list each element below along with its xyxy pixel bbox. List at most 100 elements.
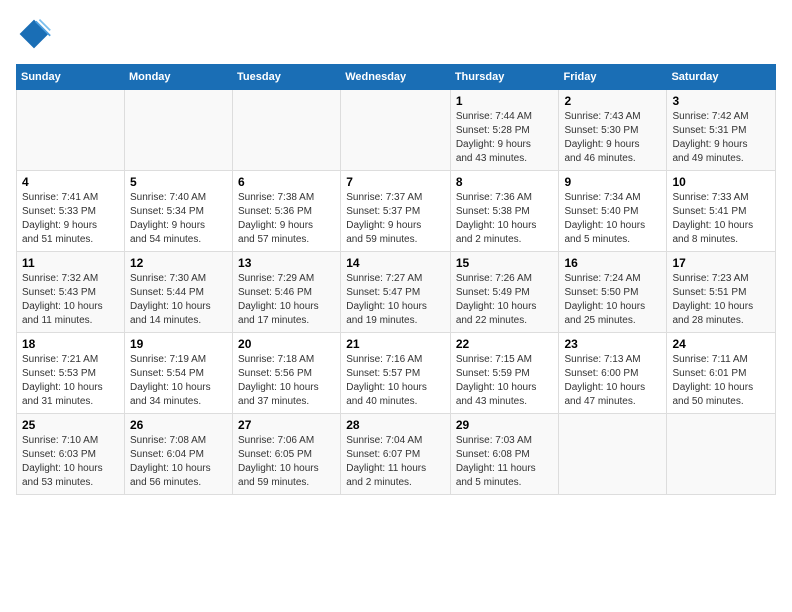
day-info: Sunrise: 7:15 AM Sunset: 5:59 PM Dayligh… <box>456 353 554 409</box>
calendar-cell: 2 Sunrise: 7:43 AM Sunset: 5:30 PM Daylig… <box>559 90 667 171</box>
calendar-cell: 26 Sunrise: 7:08 AM Sunset: 6:04 PM Dayli… <box>124 414 232 495</box>
calendar-cell: 8 Sunrise: 7:36 AM Sunset: 5:38 PM Daylig… <box>450 171 559 252</box>
day-number: 18 <box>22 337 119 351</box>
logo-icon <box>16 16 52 52</box>
calendar-cell: 12 Sunrise: 7:30 AM Sunset: 5:44 PM Dayli… <box>124 252 232 333</box>
calendar-cell: 16Sunrise: 7:24 AM Sunset: 5:50 PM Dayli… <box>559 252 667 333</box>
day-number: 26 <box>130 418 227 432</box>
day-info: Sunrise: 7:19 AM Sunset: 5:54 PM Dayligh… <box>130 353 227 409</box>
day-number: 17 <box>672 256 770 270</box>
calendar-cell <box>233 90 341 171</box>
calendar-cell: 28 Sunrise: 7:04 AM Sunset: 6:07 PM Dayli… <box>341 414 451 495</box>
calendar-cell: 13 Sunrise: 7:29 AM Sunset: 5:46 PM Dayli… <box>233 252 341 333</box>
day-number: 20 <box>238 337 335 351</box>
day-info: Sunrise: 7:42 AM Sunset: 5:31 PM Dayligh… <box>672 110 770 166</box>
day-number: 15 <box>456 256 554 270</box>
calendar-cell: 4 Sunrise: 7:41 AM Sunset: 5:33 PM Daylig… <box>17 171 125 252</box>
day-info: Sunrise: 7:29 AM Sunset: 5:46 PM Dayligh… <box>238 272 335 328</box>
calendar-cell: 6 Sunrise: 7:38 AM Sunset: 5:36 PM Daylig… <box>233 171 341 252</box>
day-info: Sunrise: 7:03 AM Sunset: 6:08 PM Dayligh… <box>456 434 554 490</box>
page-header <box>16 16 776 52</box>
day-number: 13 <box>238 256 335 270</box>
calendar-cell: 5Sunrise: 7:40 AM Sunset: 5:34 PM Daylig… <box>124 171 232 252</box>
day-info: Sunrise: 7:11 AM Sunset: 6:01 PM Dayligh… <box>672 353 770 409</box>
day-number: 21 <box>346 337 445 351</box>
calendar-table: SundayMondayTuesdayWednesdayThursdayFrid… <box>16 64 776 495</box>
calendar-cell: 24 Sunrise: 7:11 AM Sunset: 6:01 PM Dayli… <box>667 333 776 414</box>
day-info: Sunrise: 7:18 AM Sunset: 5:56 PM Dayligh… <box>238 353 335 409</box>
weekday-header-sunday: Sunday <box>17 65 125 90</box>
calendar-cell: 19 Sunrise: 7:19 AM Sunset: 5:54 PM Dayli… <box>124 333 232 414</box>
day-info: Sunrise: 7:37 AM Sunset: 5:37 PM Dayligh… <box>346 191 445 247</box>
day-number: 19 <box>130 337 227 351</box>
day-info: Sunrise: 7:04 AM Sunset: 6:07 PM Dayligh… <box>346 434 445 490</box>
calendar-cell: 10Sunrise: 7:33 AM Sunset: 5:41 PM Dayli… <box>667 171 776 252</box>
day-number: 14 <box>346 256 445 270</box>
day-number: 23 <box>564 337 661 351</box>
weekday-header-tuesday: Tuesday <box>233 65 341 90</box>
calendar-cell: 9 Sunrise: 7:34 AM Sunset: 5:40 PM Daylig… <box>559 171 667 252</box>
calendar-cell <box>341 90 451 171</box>
day-number: 24 <box>672 337 770 351</box>
calendar-cell <box>667 414 776 495</box>
day-number: 29 <box>456 418 554 432</box>
day-number: 11 <box>22 256 119 270</box>
calendar-cell: 29 Sunrise: 7:03 AM Sunset: 6:08 PM Dayli… <box>450 414 559 495</box>
day-info: Sunrise: 7:24 AM Sunset: 5:50 PM Dayligh… <box>564 272 661 328</box>
calendar-cell <box>559 414 667 495</box>
day-number: 9 <box>564 175 661 189</box>
calendar-week-row: 4 Sunrise: 7:41 AM Sunset: 5:33 PM Daylig… <box>17 171 776 252</box>
day-info: Sunrise: 7:10 AM Sunset: 6:03 PM Dayligh… <box>22 434 119 490</box>
day-number: 7 <box>346 175 445 189</box>
calendar-cell: 21 Sunrise: 7:16 AM Sunset: 5:57 PM Dayli… <box>341 333 451 414</box>
calendar-cell: 27Sunrise: 7:06 AM Sunset: 6:05 PM Dayli… <box>233 414 341 495</box>
day-info: Sunrise: 7:30 AM Sunset: 5:44 PM Dayligh… <box>130 272 227 328</box>
calendar-cell: 3 Sunrise: 7:42 AM Sunset: 5:31 PM Daylig… <box>667 90 776 171</box>
calendar-week-row: 1 Sunrise: 7:44 AM Sunset: 5:28 PM Daylig… <box>17 90 776 171</box>
day-info: Sunrise: 7:32 AM Sunset: 5:43 PM Dayligh… <box>22 272 119 328</box>
calendar-cell: 22 Sunrise: 7:15 AM Sunset: 5:59 PM Dayli… <box>450 333 559 414</box>
calendar-cell: 18 Sunrise: 7:21 AM Sunset: 5:53 PM Dayli… <box>17 333 125 414</box>
day-info: Sunrise: 7:16 AM Sunset: 5:57 PM Dayligh… <box>346 353 445 409</box>
day-info: Sunrise: 7:26 AM Sunset: 5:49 PM Dayligh… <box>456 272 554 328</box>
day-number: 2 <box>564 94 661 108</box>
day-info: Sunrise: 7:13 AM Sunset: 6:00 PM Dayligh… <box>564 353 661 409</box>
logo <box>16 16 56 52</box>
day-number: 4 <box>22 175 119 189</box>
calendar-cell: 17 Sunrise: 7:23 AM Sunset: 5:51 PM Dayli… <box>667 252 776 333</box>
day-info: Sunrise: 7:38 AM Sunset: 5:36 PM Dayligh… <box>238 191 335 247</box>
day-info: Sunrise: 7:44 AM Sunset: 5:28 PM Dayligh… <box>456 110 554 166</box>
day-info: Sunrise: 7:23 AM Sunset: 5:51 PM Dayligh… <box>672 272 770 328</box>
day-number: 22 <box>456 337 554 351</box>
day-number: 3 <box>672 94 770 108</box>
weekday-header-thursday: Thursday <box>450 65 559 90</box>
calendar-cell: 25 Sunrise: 7:10 AM Sunset: 6:03 PM Dayli… <box>17 414 125 495</box>
calendar-cell: 20 Sunrise: 7:18 AM Sunset: 5:56 PM Dayli… <box>233 333 341 414</box>
calendar-cell: 14 Sunrise: 7:27 AM Sunset: 5:47 PM Dayli… <box>341 252 451 333</box>
day-info: Sunrise: 7:43 AM Sunset: 5:30 PM Dayligh… <box>564 110 661 166</box>
calendar-cell: 7 Sunrise: 7:37 AM Sunset: 5:37 PM Daylig… <box>341 171 451 252</box>
day-number: 12 <box>130 256 227 270</box>
day-info: Sunrise: 7:36 AM Sunset: 5:38 PM Dayligh… <box>456 191 554 247</box>
day-info: Sunrise: 7:27 AM Sunset: 5:47 PM Dayligh… <box>346 272 445 328</box>
day-number: 6 <box>238 175 335 189</box>
day-info: Sunrise: 7:34 AM Sunset: 5:40 PM Dayligh… <box>564 191 661 247</box>
day-info: Sunrise: 7:21 AM Sunset: 5:53 PM Dayligh… <box>22 353 119 409</box>
day-info: Sunrise: 7:40 AM Sunset: 5:34 PM Dayligh… <box>130 191 227 247</box>
day-number: 1 <box>456 94 554 108</box>
day-number: 28 <box>346 418 445 432</box>
day-info: Sunrise: 7:33 AM Sunset: 5:41 PM Dayligh… <box>672 191 770 247</box>
calendar-cell: 15 Sunrise: 7:26 AM Sunset: 5:49 PM Dayli… <box>450 252 559 333</box>
calendar-week-row: 18 Sunrise: 7:21 AM Sunset: 5:53 PM Dayli… <box>17 333 776 414</box>
weekday-header-monday: Monday <box>124 65 232 90</box>
day-info: Sunrise: 7:06 AM Sunset: 6:05 PM Dayligh… <box>238 434 335 490</box>
calendar-week-row: 11 Sunrise: 7:32 AM Sunset: 5:43 PM Dayli… <box>17 252 776 333</box>
day-number: 25 <box>22 418 119 432</box>
calendar-cell <box>124 90 232 171</box>
calendar-cell: 23 Sunrise: 7:13 AM Sunset: 6:00 PM Dayli… <box>559 333 667 414</box>
calendar-cell <box>17 90 125 171</box>
day-number: 8 <box>456 175 554 189</box>
day-info: Sunrise: 7:08 AM Sunset: 6:04 PM Dayligh… <box>130 434 227 490</box>
day-info: Sunrise: 7:41 AM Sunset: 5:33 PM Dayligh… <box>22 191 119 247</box>
weekday-header-wednesday: Wednesday <box>341 65 451 90</box>
